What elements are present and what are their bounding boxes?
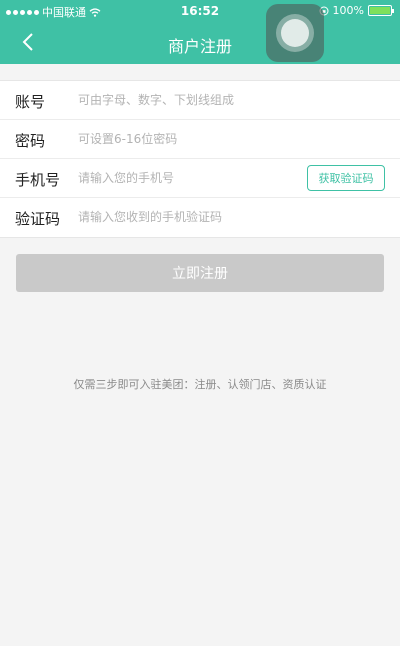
battery-level: [370, 7, 390, 14]
code-row: 验证码: [0, 198, 400, 237]
password-label: 密码: [15, 132, 46, 150]
assistive-touch-button[interactable]: [266, 4, 324, 62]
code-label: 验证码: [15, 210, 61, 228]
get-code-button[interactable]: 获取验证码: [307, 165, 385, 191]
phone-input[interactable]: [78, 167, 298, 189]
assistive-touch-core: [281, 19, 309, 47]
registration-form: 账号 密码 手机号 获取验证码 验证码: [0, 80, 400, 238]
status-bar: 中国联通 16:52 100%: [0, 0, 400, 22]
battery-icon: [368, 5, 394, 16]
phone-label: 手机号: [15, 171, 61, 189]
register-button[interactable]: 立即注册: [16, 254, 384, 292]
page-title: 商户注册: [167, 37, 232, 56]
battery-percent: 100%: [332, 4, 364, 17]
onboarding-hint: 仅需三步即可入驻美团：注册、认领门店、资质认证: [73, 378, 327, 391]
code-input[interactable]: [78, 206, 378, 228]
status-right: 100%: [319, 4, 394, 17]
header: 中国联通 16:52 100% 商户注册: [0, 0, 400, 64]
password-input[interactable]: [78, 128, 378, 150]
account-row: 账号: [0, 81, 400, 120]
password-row: 密码: [0, 120, 400, 159]
account-label: 账号: [15, 93, 46, 111]
account-input[interactable]: [78, 89, 378, 111]
phone-row: 手机号 获取验证码: [0, 159, 400, 198]
